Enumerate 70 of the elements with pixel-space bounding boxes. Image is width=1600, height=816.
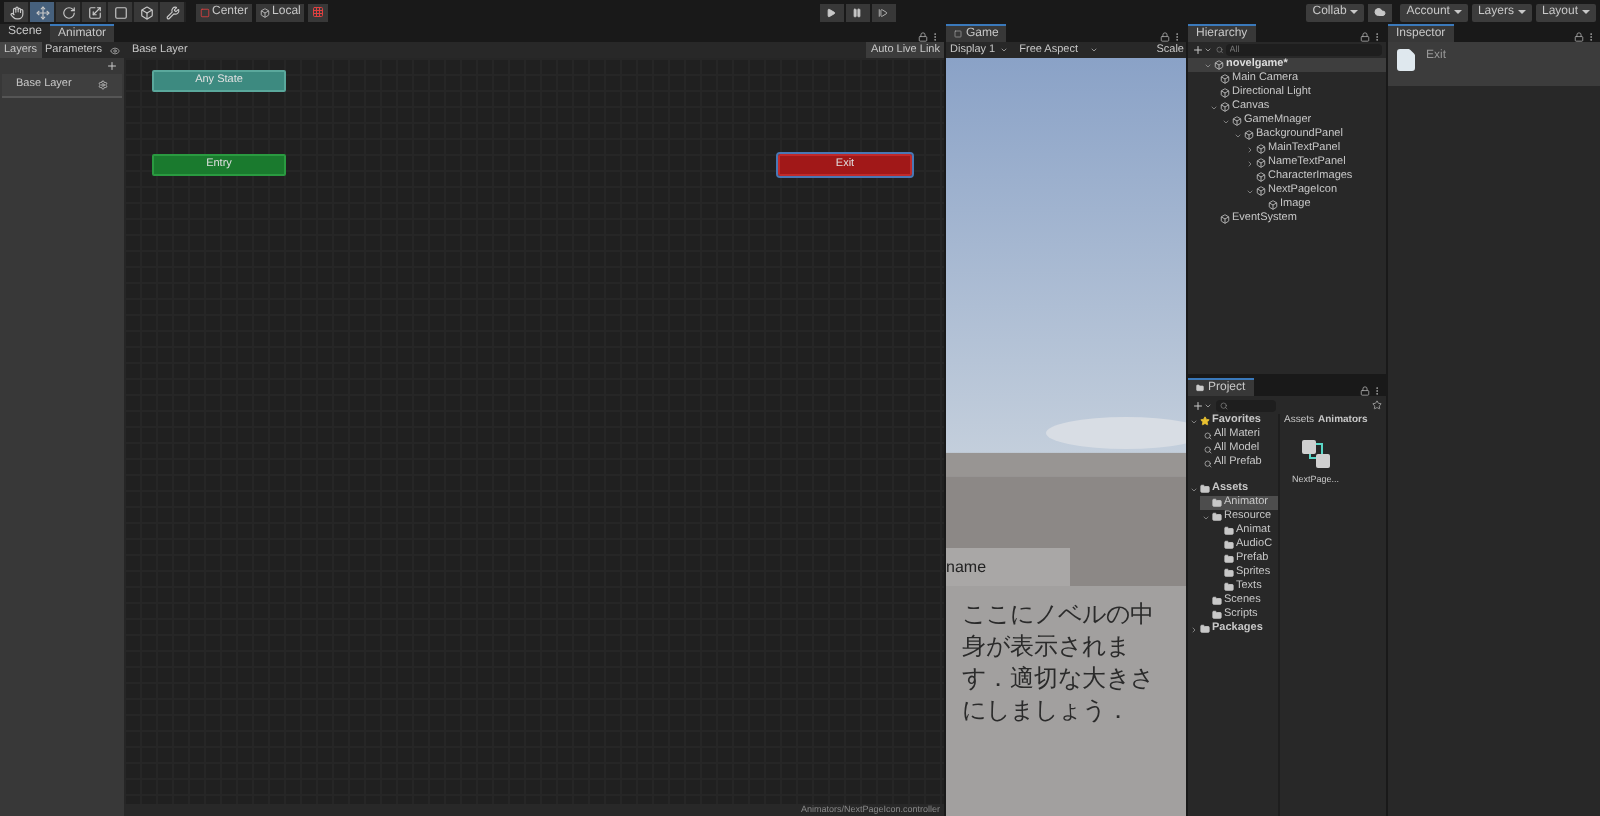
hand-icon[interactable] [4, 2, 30, 22]
gameobject-icon [1220, 74, 1230, 84]
caret-icon [1453, 10, 1462, 14]
lock-icon[interactable] [1360, 32, 1370, 42]
plus-icon [1192, 44, 1204, 56]
gameobject-icon [1220, 88, 1230, 98]
gameobject-icon [1256, 186, 1266, 196]
rotate-icon[interactable] [56, 2, 82, 22]
animator-controller-icon [1299, 438, 1332, 470]
lock-icon[interactable] [1360, 386, 1370, 396]
grid-icon [312, 6, 325, 18]
caret-icon [1517, 10, 1526, 14]
folder-icon [1212, 498, 1222, 508]
lock-icon[interactable] [918, 32, 928, 42]
cube-icon [260, 7, 271, 17]
wrench-icon[interactable] [160, 2, 186, 22]
search-icon [1216, 46, 1224, 54]
scene-icon [1214, 60, 1224, 70]
folder-icon [1212, 610, 1222, 620]
search-icon [1204, 459, 1212, 467]
plus-icon [1192, 399, 1204, 411]
pivot-icon [200, 7, 210, 17]
gameobject-icon [1256, 144, 1266, 154]
star-icon[interactable] [1372, 400, 1382, 410]
search-icon [1204, 445, 1212, 453]
caret-icon [1582, 10, 1590, 14]
lock-icon[interactable] [1160, 32, 1170, 42]
folder-icon [1224, 568, 1234, 578]
cloud-button[interactable] [1368, 3, 1393, 21]
gameobject-icon [1220, 214, 1230, 224]
play-button[interactable] [819, 3, 844, 21]
add-icon[interactable] [106, 60, 118, 72]
search-field[interactable] [1216, 399, 1276, 411]
folder-icon [1212, 512, 1222, 522]
folder-icon [1212, 596, 1222, 606]
scale-icon[interactable] [82, 2, 108, 22]
eye-icon[interactable] [109, 45, 120, 55]
folder-icon [1200, 624, 1210, 634]
pause-icon [852, 7, 863, 17]
star-icon [1200, 416, 1210, 426]
caret-icon [1350, 10, 1359, 14]
message-text: ここにノベルの中身が表示されます．適切な大きさにしましょう． [962, 598, 1156, 726]
gameobject-icon [1232, 116, 1242, 126]
folder-icon [1196, 384, 1204, 392]
cloud-icon [1374, 6, 1387, 18]
folder-icon [1224, 526, 1234, 536]
settings-icon[interactable] [98, 80, 108, 90]
lock-icon[interactable] [1574, 32, 1584, 42]
gameobject-icon [1244, 130, 1254, 140]
game-icon [954, 30, 962, 38]
folder-icon [1224, 582, 1234, 592]
folder-icon [1200, 484, 1210, 494]
pause-button[interactable] [845, 3, 870, 21]
name-label: name [946, 555, 987, 579]
gameobject-icon [1220, 102, 1230, 112]
transform-icon[interactable] [134, 2, 160, 22]
search-icon [1204, 431, 1212, 439]
rect-icon[interactable] [108, 2, 134, 22]
move-icon[interactable] [30, 2, 56, 22]
step-icon [878, 7, 889, 17]
search-icon [1220, 401, 1228, 409]
play-icon [826, 7, 837, 17]
gameobject-icon [1256, 172, 1266, 182]
step-button[interactable] [871, 3, 896, 21]
file-icon [1394, 48, 1418, 72]
gameobject-icon [1256, 158, 1266, 168]
folder-icon [1224, 554, 1234, 564]
gameobject-icon [1268, 200, 1278, 210]
folder-icon [1224, 540, 1234, 550]
grid-snap-button[interactable] [308, 3, 329, 21]
